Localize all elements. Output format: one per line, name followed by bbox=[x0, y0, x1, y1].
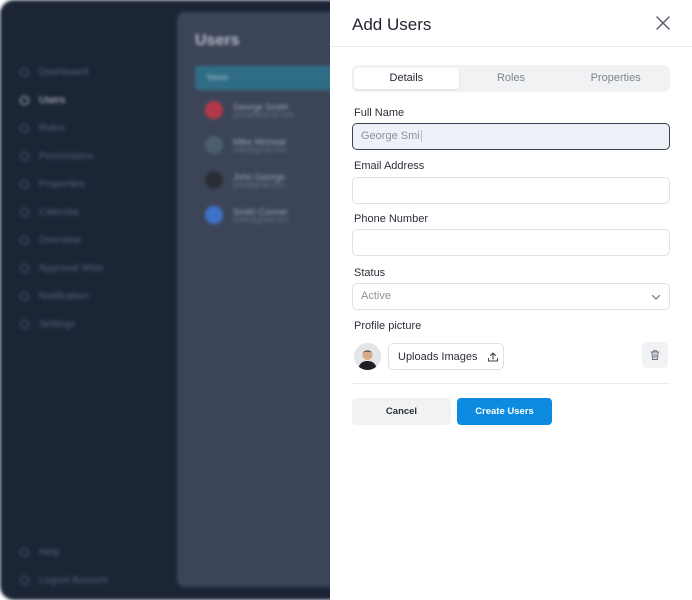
status-value: Active bbox=[361, 290, 391, 302]
email-label: Email Address bbox=[354, 160, 425, 172]
overview-icon bbox=[20, 235, 29, 245]
sidebar-item-settings: Settings bbox=[18, 310, 168, 338]
settings-icon bbox=[20, 319, 29, 329]
row-email: george@gmail.com bbox=[233, 111, 294, 119]
sidebar-item-notification: Notification bbox=[18, 282, 168, 310]
status-label: Status bbox=[354, 267, 386, 279]
sidebar-item-help: Help bbox=[18, 538, 168, 566]
profile-photo bbox=[354, 343, 381, 370]
sidebar-item-users: Users bbox=[18, 86, 168, 114]
sidebar-item-logout: Logout Account bbox=[18, 566, 168, 594]
upload-icon bbox=[487, 351, 498, 362]
row-name: Mike Micheal bbox=[233, 136, 286, 147]
avatar bbox=[205, 171, 223, 189]
sidebar-item-approval: Approval Wise bbox=[18, 254, 168, 282]
tab-roles[interactable]: Roles bbox=[459, 68, 564, 89]
avatar bbox=[205, 206, 223, 224]
drawer-header: Add Users bbox=[330, 0, 692, 47]
dashboard-icon bbox=[20, 67, 29, 77]
delete-picture-button[interactable] bbox=[642, 342, 668, 368]
upload-images-label: Uploads Images bbox=[398, 350, 478, 363]
sidebar-nav: Dashboard Users Roles Permissions Proper… bbox=[18, 58, 168, 338]
divider bbox=[352, 383, 670, 384]
trash-icon bbox=[650, 350, 660, 360]
page-title: Users bbox=[195, 32, 240, 49]
table-row: George Smith george@gmail.com bbox=[205, 96, 294, 124]
add-users-drawer: Add Users Details Roles Properties Full … bbox=[330, 0, 692, 600]
roles-icon bbox=[20, 123, 29, 133]
cancel-button[interactable]: Cancel bbox=[352, 398, 451, 425]
row-name: John George bbox=[233, 171, 286, 182]
tab-details[interactable]: Details bbox=[354, 68, 459, 89]
avatar bbox=[205, 101, 223, 119]
tab-properties[interactable]: Properties bbox=[563, 68, 668, 89]
calendar-icon bbox=[20, 207, 29, 217]
help-icon bbox=[20, 547, 29, 557]
close-icon bbox=[656, 16, 670, 30]
sidebar-item-roles: Roles bbox=[18, 114, 168, 142]
tab-bar: Details Roles Properties bbox=[352, 65, 670, 92]
email-input[interactable] bbox=[352, 177, 670, 204]
phone-input[interactable] bbox=[352, 229, 670, 256]
properties-icon bbox=[20, 179, 29, 189]
phone-label: Phone Number bbox=[354, 213, 428, 225]
full-name-input[interactable]: George Smi bbox=[352, 123, 670, 150]
row-email: mike@gmail.com bbox=[233, 146, 287, 154]
row-email: john@gmail.com bbox=[233, 181, 286, 189]
logout-icon bbox=[20, 575, 29, 585]
sidebar-item-permissions: Permissions bbox=[18, 142, 168, 170]
table-row: Mike Micheal mike@gmail.com bbox=[205, 131, 287, 159]
chevron-down-icon bbox=[651, 294, 661, 300]
drawer-title: Add Users bbox=[352, 15, 432, 34]
sidebar-item-overview: Overview bbox=[18, 226, 168, 254]
sidebar-item-calendar: Calendar bbox=[18, 198, 168, 226]
sidebar-item-properties: Properties bbox=[18, 170, 168, 198]
avatar bbox=[205, 136, 223, 154]
text-caret bbox=[420, 130, 422, 143]
sidebar-item-dashboard: Dashboard bbox=[18, 58, 168, 86]
row-name: George Smith bbox=[233, 101, 289, 112]
permissions-icon bbox=[20, 151, 29, 161]
create-users-button[interactable]: Create Users bbox=[457, 398, 552, 425]
profile-picture-label: Profile picture bbox=[354, 320, 422, 332]
status-select[interactable]: Active bbox=[352, 283, 670, 310]
close-button[interactable] bbox=[654, 14, 672, 32]
avatar bbox=[354, 343, 381, 370]
full-name-label: Full Name bbox=[354, 107, 405, 119]
users-icon bbox=[20, 95, 29, 105]
full-name-value: George Smi bbox=[361, 130, 420, 142]
table-row: Smith Conner smith@gmail.com bbox=[205, 201, 289, 229]
approval-icon bbox=[20, 263, 29, 273]
upload-images-button[interactable]: Uploads Images bbox=[388, 343, 504, 370]
row-name: Smith Conner bbox=[233, 206, 289, 217]
sidebar-bottom-nav: Help Logout Account bbox=[18, 538, 168, 594]
notification-icon bbox=[20, 291, 29, 301]
table-row: John George john@gmail.com bbox=[205, 166, 285, 194]
row-email: smith@gmail.com bbox=[233, 216, 289, 224]
